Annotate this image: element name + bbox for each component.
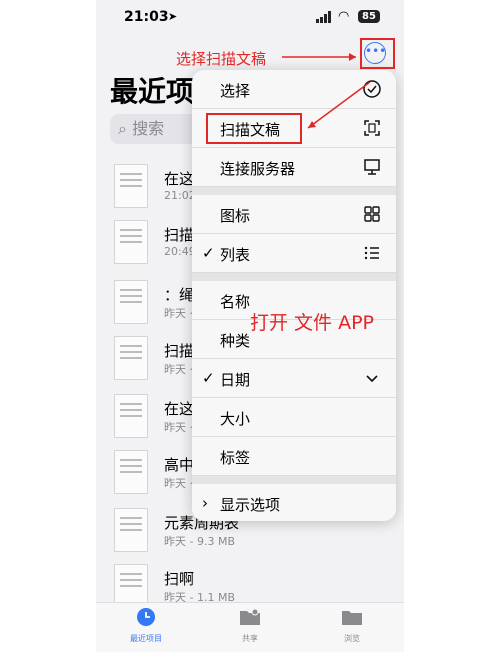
menu-item-icons-view[interactable]: 图标 (192, 195, 396, 234)
grid-icon (364, 206, 380, 222)
document-thumbnail (114, 508, 148, 552)
checkmark-icon: ✓ (202, 244, 215, 262)
file-meta: 昨天 · (164, 363, 193, 376)
menu-item-label: 大小 (220, 410, 251, 428)
document-thumbnail (114, 164, 148, 208)
document-thumbnail (114, 280, 148, 324)
chevron-right-icon: › (202, 494, 208, 512)
clock-icon (137, 608, 155, 626)
document-thumbnail (114, 394, 148, 438)
menu-divider (192, 187, 396, 195)
file-meta: 昨天 · (164, 421, 193, 434)
tab-shared[interactable]: 共享 (210, 607, 290, 644)
file-meta: 20:49 (164, 245, 196, 258)
document-thumbnail (114, 220, 148, 264)
menu-item-label: 标签 (220, 449, 251, 467)
file-meta: 21:02 (164, 189, 196, 202)
menu-item-connect-server[interactable]: 连接服务器 (192, 148, 396, 187)
document-thumbnail (114, 450, 148, 494)
annotation-open-files: 打开 文件 APP (250, 312, 374, 334)
tab-label: 浏览 (344, 634, 360, 643)
document-thumbnail (114, 336, 148, 380)
status-bar: 21:03 ➤ ◠ 85 (96, 0, 404, 36)
menu-item-view-options[interactable]: › 显示选项 (192, 484, 396, 521)
menu-item-label: 选择 (220, 82, 251, 100)
battery-indicator: 85 (358, 10, 380, 23)
menu-item-list-view[interactable]: ✓ 列表 (192, 234, 396, 273)
menu-item-label: 图标 (220, 207, 251, 225)
search-placeholder: 搜索 (132, 119, 165, 138)
folder-icon (342, 611, 362, 625)
server-display-icon (364, 159, 380, 175)
file-meta: 昨天 · (164, 307, 193, 320)
menu-divider (192, 476, 396, 484)
checkmark-circle-icon (363, 80, 381, 98)
menu-divider (192, 273, 396, 281)
menu-item-label: 种类 (220, 332, 251, 350)
chevron-down-icon (366, 375, 378, 383)
menu-item-label: 日期 (220, 371, 251, 389)
file-meta: 昨天 - 9.3 MB (164, 535, 235, 548)
location-arrow-icon: ➤ (168, 10, 178, 23)
status-time: 21:03 (124, 9, 169, 25)
menu-item-label: 显示选项 (220, 496, 281, 514)
shared-folder-icon (240, 608, 260, 625)
file-name: 扫啊 (164, 570, 195, 588)
highlight-box-more-button (360, 38, 395, 69)
file-meta: 昨天 · (164, 477, 193, 490)
highlight-box-scan-documents (206, 113, 302, 144)
menu-item-select[interactable]: 选择 (192, 70, 396, 109)
annotation-select-scan: 选择扫描文稿 (176, 50, 267, 68)
list-icon (364, 246, 379, 260)
cellular-signal-icon (316, 11, 331, 23)
wifi-icon: ◠ (338, 9, 350, 24)
menu-item-sort-date[interactable]: ✓ 日期 (192, 359, 396, 398)
tab-browse[interactable]: 浏览 (312, 607, 392, 644)
checkmark-icon: ✓ (202, 369, 215, 387)
tab-label: 最近项目 (130, 634, 162, 643)
tab-bar: 最近项目 共享 浏览 (96, 602, 404, 652)
search-icon: ⌕ (118, 119, 127, 138)
menu-item-label: 列表 (220, 246, 251, 264)
tab-label: 共享 (242, 634, 258, 643)
menu-item-sort-size[interactable]: 大小 (192, 398, 396, 437)
tab-recents[interactable]: 最近项目 (106, 607, 186, 644)
menu-item-label: 连接服务器 (220, 160, 296, 178)
menu-item-sort-tags[interactable]: 标签 (192, 437, 396, 476)
menu-item-label: 名称 (220, 293, 251, 311)
scan-document-icon (364, 120, 380, 136)
